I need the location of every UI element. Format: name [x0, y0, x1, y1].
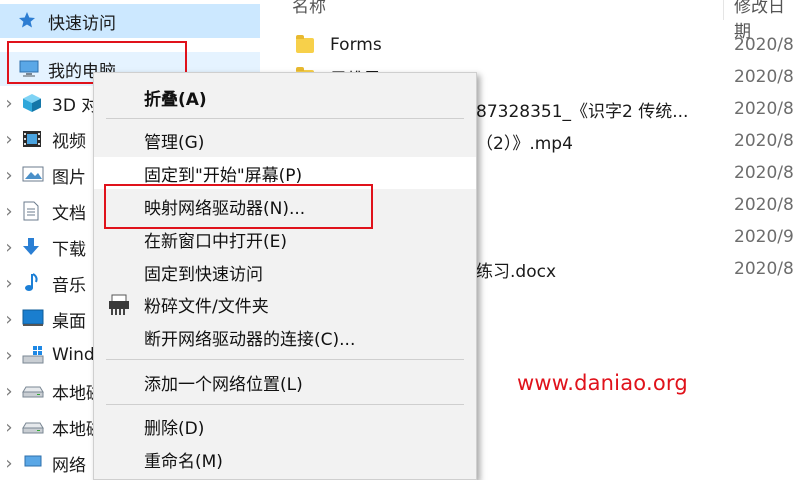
- folder-icon: [296, 34, 314, 53]
- desktop-icon: [22, 309, 44, 329]
- chevron-right-icon[interactable]: ›: [0, 237, 18, 258]
- menu-item-label: 固定到快速访问: [144, 264, 263, 285]
- chevron-right-icon[interactable]: ›: [0, 345, 18, 366]
- menu-item-label: 折叠(A): [144, 89, 207, 110]
- nav-item-label: 文档: [52, 203, 86, 224]
- file-name: Forms: [330, 35, 382, 55]
- menu-separator: [106, 404, 464, 405]
- chevron-right-icon[interactable]: ›: [0, 381, 18, 402]
- menu-item-label: 粉碎文件/文件夹: [144, 296, 269, 317]
- downloads-icon: [22, 237, 44, 257]
- network-icon: [22, 453, 44, 473]
- local-disk-icon: [22, 381, 44, 401]
- menu-item-label: 断开网络驱动器的连接(C)...: [144, 329, 356, 350]
- star-icon: [18, 11, 40, 31]
- menu-item-collapse[interactable]: 折叠(A): [94, 81, 476, 113]
- file-row[interactable]: （2）》.mp4: [476, 125, 573, 157]
- nav-item-label: 下载: [52, 239, 86, 260]
- menu-item-label: 管理(G): [144, 132, 205, 153]
- menu-item-pin-quick-access[interactable]: 固定到快速访问: [94, 256, 476, 288]
- chevron-right-icon[interactable]: ›: [0, 417, 18, 438]
- nav-item-label: 网络: [52, 455, 86, 476]
- file-name: 练习.docx: [476, 261, 557, 282]
- chevron-right-icon[interactable]: ›: [0, 273, 18, 294]
- menu-item-label: 删除(D): [144, 418, 205, 439]
- chevron-right-icon[interactable]: ›: [0, 309, 18, 330]
- 3d-objects-icon: [22, 93, 44, 113]
- menu-item-disconnect-drive[interactable]: 断开网络驱动器的连接(C)...: [94, 321, 476, 353]
- menu-item-label: 在新窗口中打开(E): [144, 231, 288, 252]
- file-date: 2020/8: [734, 259, 794, 279]
- file-date: 2020/8: [734, 35, 794, 55]
- music-icon: [22, 273, 44, 293]
- menu-item-delete[interactable]: 删除(D): [94, 410, 476, 442]
- nav-item-label: 音乐: [52, 275, 86, 296]
- menu-item-label: 添加一个网络位置(L): [144, 374, 303, 395]
- file-date: 2020/8: [734, 67, 794, 87]
- local-disk-icon: [22, 417, 44, 437]
- file-row[interactable]: 87328351_《识字2 传统...: [476, 93, 688, 125]
- menu-separator: [106, 359, 464, 360]
- menu-item-label: 重命名(M): [144, 451, 223, 472]
- menu-item-manage[interactable]: 管理(G): [94, 124, 476, 156]
- menu-separator: [106, 118, 464, 119]
- nav-item-label: 3D 对: [52, 95, 99, 116]
- column-divider[interactable]: [723, 0, 724, 20]
- menu-item-rename[interactable]: 重命名(M): [94, 443, 476, 475]
- watermark-text: www.daniao.org: [517, 371, 688, 395]
- windows-drive-icon: [22, 345, 44, 365]
- nav-item-quick-access[interactable]: 快速访问: [0, 4, 260, 38]
- menu-item-label: 固定到"开始"屏幕(P): [144, 165, 303, 186]
- column-header-name[interactable]: 名称: [292, 0, 326, 17]
- nav-item-label: 快速访问: [48, 13, 116, 34]
- file-date: 2020/8: [734, 99, 794, 119]
- highlight-box-map-drive: [104, 184, 373, 229]
- file-row[interactable]: Forms: [296, 29, 382, 61]
- file-date: 2020/8: [734, 195, 794, 215]
- file-name: （2）》.mp4: [476, 133, 573, 154]
- chevron-right-icon[interactable]: ›: [0, 165, 18, 186]
- videos-icon: [22, 129, 44, 149]
- nav-item-label: 图片: [52, 167, 86, 188]
- nav-item-label: 视频: [52, 131, 86, 152]
- documents-icon: [22, 201, 44, 221]
- file-date: 2020/8: [734, 131, 794, 151]
- menu-item-add-network-location[interactable]: 添加一个网络位置(L): [94, 366, 476, 398]
- nav-item-label: 桌面: [52, 311, 86, 332]
- chevron-right-icon[interactable]: ›: [0, 453, 18, 474]
- chevron-right-icon[interactable]: ›: [0, 93, 18, 114]
- chevron-right-icon[interactable]: ›: [0, 129, 18, 150]
- chevron-right-icon[interactable]: ›: [0, 201, 18, 222]
- file-date: 2020/9: [734, 227, 794, 247]
- menu-item-shred[interactable]: 粉碎文件/文件夹: [94, 288, 476, 320]
- nav-item-label: Wind: [52, 345, 95, 365]
- shredder-icon: [108, 294, 130, 321]
- file-date: 2020/8: [734, 163, 794, 183]
- pictures-icon: [22, 165, 44, 185]
- file-name: 87328351_《识字2 传统...: [476, 101, 689, 122]
- file-row[interactable]: 练习.docx: [476, 253, 556, 285]
- context-menu: 折叠(A) 管理(G) 固定到"开始"屏幕(P) 映射网络驱动器(N)... 在…: [93, 72, 477, 480]
